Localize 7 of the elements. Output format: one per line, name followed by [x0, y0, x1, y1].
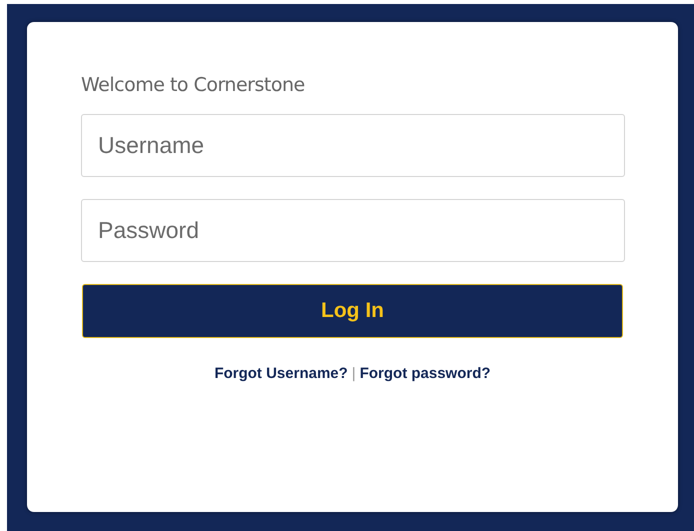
- forgot-username-link[interactable]: Forgot Username?: [214, 365, 348, 382]
- welcome-heading: Welcome to Cornerstone: [81, 74, 306, 96]
- login-button[interactable]: Log In: [82, 284, 623, 338]
- forgot-password-link[interactable]: Forgot password?: [360, 365, 491, 382]
- link-separator: |: [352, 365, 356, 382]
- username-field[interactable]: Username: [81, 114, 625, 177]
- password-field[interactable]: Password: [81, 199, 625, 262]
